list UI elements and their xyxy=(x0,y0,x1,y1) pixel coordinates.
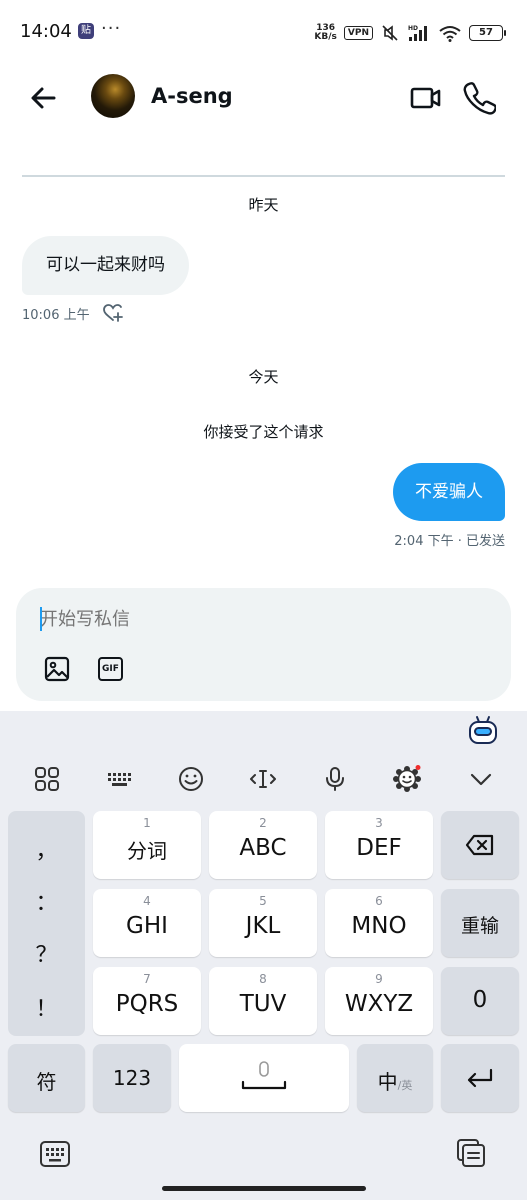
message-input[interactable] xyxy=(40,606,400,632)
outgoing-message-bubble[interactable]: 不爱骗人 xyxy=(393,463,505,521)
status-bar: 14:04 贴 ··· 136 KB/s VPN HD 57 xyxy=(0,0,527,64)
reenter-key[interactable]: 重输 xyxy=(441,889,519,957)
enter-key[interactable] xyxy=(441,1044,519,1112)
gif-button[interactable]: GIF xyxy=(98,657,123,681)
key-label: 中/英 xyxy=(357,1066,433,1095)
emoji-icon[interactable] xyxy=(177,765,205,793)
incoming-message-bubble[interactable]: 可以一起来财吗 xyxy=(22,236,189,295)
key-label: WXYZ xyxy=(344,991,414,1017)
voice-message-icon[interactable] xyxy=(462,654,490,682)
backspace-icon xyxy=(465,834,494,856)
contact-avatar[interactable] xyxy=(91,74,135,118)
network-speed-unit: KB/s xyxy=(314,32,337,42)
phone-icon[interactable] xyxy=(462,79,496,115)
outgoing-message-meta: 2:04 下午 · 已发送 xyxy=(394,534,505,549)
key-digit: 2 xyxy=(259,816,267,830)
vpn-icon: VPN xyxy=(343,26,373,40)
space-key[interactable] xyxy=(179,1044,349,1112)
key-digit: 7 xyxy=(143,972,151,986)
header-divider xyxy=(22,175,505,177)
keyboard-toolbar xyxy=(0,757,527,799)
app-notification-icon: 贴 xyxy=(78,23,94,39)
space-mic-icon xyxy=(241,1061,287,1090)
date-separator-today: 今天 xyxy=(248,368,279,386)
request-accepted-note: 你接受了这个请求 xyxy=(203,423,324,441)
network-speed: 136 KB/s xyxy=(314,24,336,42)
key-label: 0 xyxy=(472,987,488,1013)
incoming-message-meta: 10:06 上午 xyxy=(22,303,124,323)
battery-icon: 57 xyxy=(469,25,506,41)
key-4-ghi[interactable]: 4 GHI xyxy=(93,889,201,957)
contact-name[interactable]: A-seng xyxy=(151,84,233,108)
status-indicators: 136 KB/s VPN HD 57 xyxy=(314,22,506,44)
punct-comma-key[interactable]: ， xyxy=(8,833,85,865)
punct-colon-key[interactable]: ： xyxy=(8,885,85,917)
key-digit: 4 xyxy=(143,894,151,908)
key-label: MNO xyxy=(351,913,407,939)
message-composer: GIF xyxy=(16,588,511,701)
apps-grid-icon[interactable] xyxy=(33,765,61,793)
date-separator-yesterday: 昨天 xyxy=(248,196,279,214)
symbols-key[interactable]: 符 xyxy=(8,1044,85,1112)
key-digit: 6 xyxy=(375,894,383,908)
key-label: DEF xyxy=(356,835,402,861)
key-digit: 3 xyxy=(375,816,383,830)
key-label: TUV xyxy=(239,991,287,1017)
skin-theme-icon[interactable] xyxy=(393,765,421,793)
key-label: 重输 xyxy=(460,915,499,937)
key-label: 符 xyxy=(36,1070,57,1094)
key-label: ABC xyxy=(239,835,287,861)
key-6-mno[interactable]: 6 MNO xyxy=(325,889,433,957)
punctuation-column: ， ： ？ ！ xyxy=(8,811,85,1036)
keyboard-assistant-icon[interactable] xyxy=(467,715,499,745)
key-9-wxyz[interactable]: 9 WXYZ xyxy=(325,967,433,1035)
text-caret xyxy=(40,607,42,631)
punct-exclaim-key[interactable]: ！ xyxy=(8,991,85,1023)
keyboard-layout-icon[interactable] xyxy=(105,765,133,793)
conversation-header: A-seng xyxy=(0,64,527,130)
cell-signal-icon: HD xyxy=(408,25,427,41)
incoming-message-time: 10:06 上午 xyxy=(22,307,90,323)
key-0[interactable]: 0 xyxy=(441,967,519,1035)
key-label: PQRS xyxy=(115,991,179,1017)
cursor-move-icon[interactable] xyxy=(249,765,277,793)
ime-keyboard: ， ： ？ ！ 1 分词 2 ABC 3 DEF 4 GHI 5 JKL 6 M… xyxy=(0,711,527,1200)
status-time: 14:04 xyxy=(20,21,72,42)
signal-hd-label: HD xyxy=(408,25,418,32)
clipboard-icon[interactable] xyxy=(455,1138,487,1168)
more-notifications-icon: ··· xyxy=(101,18,122,39)
backspace-key[interactable] xyxy=(441,811,519,879)
language-switch-key[interactable]: 中/英 xyxy=(357,1044,433,1112)
collapse-chevron-icon[interactable] xyxy=(467,765,495,793)
lang-alt-label: /英 xyxy=(397,1079,413,1092)
key-2-abc[interactable]: 2 ABC xyxy=(209,811,317,879)
enter-icon xyxy=(467,1068,493,1088)
mute-icon xyxy=(382,25,398,41)
key-digit: 9 xyxy=(375,972,383,986)
key-digit: 5 xyxy=(259,894,267,908)
key-8-tuv[interactable]: 8 TUV xyxy=(209,967,317,1035)
add-reaction-heart-icon[interactable] xyxy=(102,303,124,323)
key-label: 123 xyxy=(112,1066,152,1090)
lang-main-label: 中 xyxy=(377,1070,398,1094)
key-digit: 1 xyxy=(143,816,151,830)
switch-keyboard-icon[interactable] xyxy=(39,1140,71,1168)
key-7-pqrs[interactable]: 7 PQRS xyxy=(93,967,201,1035)
video-camera-icon[interactable] xyxy=(408,81,444,115)
key-digit: 8 xyxy=(259,972,267,986)
key-1-fenci[interactable]: 1 分词 xyxy=(93,811,201,879)
key-label: JKL xyxy=(245,913,281,939)
home-indicator[interactable] xyxy=(162,1186,366,1191)
image-icon[interactable] xyxy=(44,656,70,682)
wifi-icon xyxy=(439,26,461,42)
microphone-icon[interactable] xyxy=(321,765,349,793)
key-3-def[interactable]: 3 DEF xyxy=(325,811,433,879)
key-label: 分词 xyxy=(127,839,167,863)
key-5-jkl[interactable]: 5 JKL xyxy=(209,889,317,957)
punct-question-key[interactable]: ？ xyxy=(8,937,85,969)
key-label: GHI xyxy=(126,913,168,939)
back-arrow-icon[interactable] xyxy=(26,81,60,115)
numbers-key[interactable]: 123 xyxy=(93,1044,171,1112)
